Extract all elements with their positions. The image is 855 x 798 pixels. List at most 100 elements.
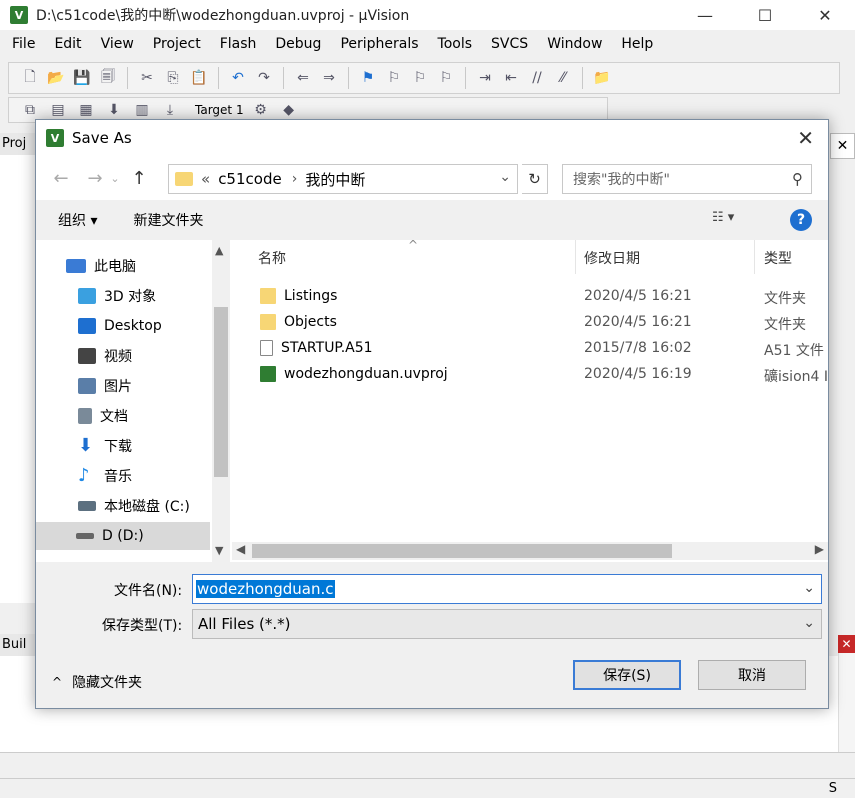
up-arrow-icon[interactable]: ↑ xyxy=(126,165,152,191)
forward-arrow-icon[interactable]: → xyxy=(82,165,108,191)
menu-peripherals[interactable]: Peripherals xyxy=(328,36,425,58)
nav-item-pictures[interactable]: 图片 xyxy=(78,372,132,400)
chevron-down-icon[interactable]: ⌄ xyxy=(803,615,815,631)
organize-button[interactable]: 组织 ▾ xyxy=(58,210,97,230)
copy-icon[interactable]: ⎘ xyxy=(162,67,184,89)
outdent-icon[interactable]: ⇤ xyxy=(500,67,522,89)
nav-item-drive-d[interactable]: D (D:) xyxy=(36,522,210,550)
column-header-date[interactable]: 修改日期 xyxy=(584,248,640,268)
menu-window[interactable]: Window xyxy=(535,36,609,58)
save-all-icon[interactable]: 🗐 xyxy=(97,67,119,89)
target-select[interactable]: Target 1 xyxy=(195,103,244,117)
nav-item-desktop[interactable]: Desktop xyxy=(78,312,162,340)
batch-build-icon[interactable]: ⬇ xyxy=(103,99,125,121)
undo-icon[interactable]: ↶ xyxy=(227,67,249,89)
refresh-icon[interactable]: ↻ xyxy=(522,164,548,194)
view-options-icon[interactable]: ☷ ▾ xyxy=(712,210,734,225)
hide-folders-toggle[interactable]: ^ 隐藏文件夹 xyxy=(52,672,142,692)
menu-svcs[interactable]: SVCS xyxy=(479,36,535,58)
menu-view[interactable]: View xyxy=(89,36,141,58)
filename-value[interactable]: wodezhongduan.c xyxy=(196,580,335,598)
stop-build-icon[interactable]: ▥ xyxy=(131,99,153,121)
redo-icon[interactable]: ↷ xyxy=(253,67,275,89)
back-arrow-icon[interactable]: ← xyxy=(48,165,74,191)
rebuild-icon[interactable]: ▦ xyxy=(75,99,97,121)
build-icon[interactable]: ▤ xyxy=(47,99,69,121)
nav-forward-icon[interactable]: ⇒ xyxy=(318,67,340,89)
open-file-icon[interactable]: 📂 xyxy=(45,67,67,89)
file-row-startup[interactable]: STARTUP.A51 2015/7/8 16:02 A51 文件 xyxy=(232,336,828,362)
maximize-button[interactable]: ☐ xyxy=(735,0,795,30)
bookmark-clear-icon[interactable]: ⚐ xyxy=(435,67,457,89)
bookmark-next-icon[interactable]: ⚐ xyxy=(409,67,431,89)
filetype-select[interactable]: All Files (*.*) ⌄ xyxy=(192,609,822,639)
file-row-uvproj[interactable]: wodezhongduan.uvproj 2020/4/5 16:19 礦isi… xyxy=(232,362,828,388)
cut-icon[interactable]: ✂ xyxy=(136,67,158,89)
cancel-button[interactable]: 取消 xyxy=(698,660,806,690)
scroll-right-icon[interactable]: ▶ xyxy=(815,542,824,556)
nav-item-drive-c[interactable]: 本地磁盘 (C:) xyxy=(78,492,190,520)
indent-icon[interactable]: ⇥ xyxy=(474,67,496,89)
menu-tools[interactable]: Tools xyxy=(426,36,480,58)
address-bar[interactable]: « c51code › 我的中断 ⌄ xyxy=(168,164,518,194)
scroll-down-icon[interactable]: ▼ xyxy=(215,544,223,557)
close-window-button[interactable]: ✕ xyxy=(795,0,855,30)
minimize-button[interactable]: — xyxy=(675,0,735,30)
right-scrollbar[interactable] xyxy=(838,635,855,755)
search-input[interactable]: 搜索"我的中断" ⚲ xyxy=(562,164,812,194)
breadcrumb-current[interactable]: 我的中断 xyxy=(305,169,365,190)
download-icon[interactable]: ⤓ xyxy=(159,99,181,121)
new-file-icon[interactable]: 🗋 xyxy=(19,67,41,89)
menu-project[interactable]: Project xyxy=(141,36,208,58)
nav-item-music[interactable]: ♪ 音乐 xyxy=(78,462,132,490)
scroll-left-icon[interactable]: ◀ xyxy=(236,542,245,556)
nav-item-downloads[interactable]: ⬇ 下载 xyxy=(78,432,132,460)
horizontal-scrollbar[interactable] xyxy=(0,752,855,774)
nav-back-icon[interactable]: ⇐ xyxy=(292,67,314,89)
target-options-icon[interactable]: ⚙ xyxy=(250,99,272,121)
nav-item-videos[interactable]: 视频 xyxy=(78,342,132,370)
close-output-icon[interactable]: ✕ xyxy=(838,635,855,653)
column-header-type[interactable]: 类型 xyxy=(764,248,792,268)
scroll-thumb[interactable] xyxy=(252,544,672,558)
nav-item-3d-objects[interactable]: 3D 对象 xyxy=(78,282,156,310)
menu-debug[interactable]: Debug xyxy=(263,36,328,58)
file-list-hscrollbar[interactable]: ◀ ▶ xyxy=(232,542,828,560)
column-divider[interactable] xyxy=(575,240,576,274)
breadcrumb-c51code[interactable]: c51code xyxy=(218,170,282,188)
column-divider[interactable] xyxy=(754,240,755,274)
help-icon[interactable]: ? xyxy=(790,209,812,231)
dialog-close-button[interactable]: ✕ xyxy=(797,126,814,150)
breadcrumb-overflow[interactable]: « xyxy=(201,170,210,188)
close-panel-icon[interactable]: ✕ xyxy=(830,133,855,159)
breadcrumb-separator[interactable]: › xyxy=(292,171,298,187)
column-header-name[interactable]: 名称 xyxy=(258,248,286,268)
save-button[interactable]: 保存(S) xyxy=(573,660,681,690)
search-icon[interactable]: ⚲ xyxy=(792,170,803,188)
navigation-scrollbar[interactable]: ▲ ▼ xyxy=(212,240,230,562)
nav-item-documents[interactable]: 文档 xyxy=(78,402,128,430)
find-in-files-icon[interactable]: 📁 xyxy=(591,67,613,89)
bookmark-prev-icon[interactable]: ⚐ xyxy=(383,67,405,89)
menu-file[interactable]: File xyxy=(0,36,42,58)
filename-input[interactable]: wodezhongduan.c ⌄ xyxy=(192,574,822,604)
paste-icon[interactable]: 📋 xyxy=(188,67,210,89)
scroll-up-icon[interactable]: ▲ xyxy=(215,244,223,257)
bookmark-icon[interactable]: ⚑ xyxy=(357,67,379,89)
manage-components-icon[interactable]: ◆ xyxy=(278,99,300,121)
file-row-listings[interactable]: Listings 2020/4/5 16:21 文件夹 xyxy=(232,284,828,310)
chevron-down-icon[interactable]: ⌄ xyxy=(803,580,815,596)
scroll-thumb[interactable] xyxy=(214,307,228,477)
new-folder-button[interactable]: 新建文件夹 xyxy=(133,210,203,230)
menu-edit[interactable]: Edit xyxy=(42,36,88,58)
comment-icon[interactable]: // xyxy=(526,67,548,89)
nav-item-this-pc[interactable]: 此电脑 xyxy=(66,252,136,280)
chevron-down-icon[interactable]: ⌄ xyxy=(499,169,511,185)
menu-help[interactable]: Help xyxy=(609,36,660,58)
file-row-objects[interactable]: Objects 2020/4/5 16:21 文件夹 xyxy=(232,310,828,336)
menu-flash[interactable]: Flash xyxy=(208,36,264,58)
uncomment-icon[interactable]: ⁄⁄ xyxy=(552,67,574,89)
save-icon[interactable]: 💾 xyxy=(71,67,93,89)
translate-icon[interactable]: ⧉ xyxy=(19,99,41,121)
recent-chevron-icon[interactable]: ⌄ xyxy=(108,165,122,191)
